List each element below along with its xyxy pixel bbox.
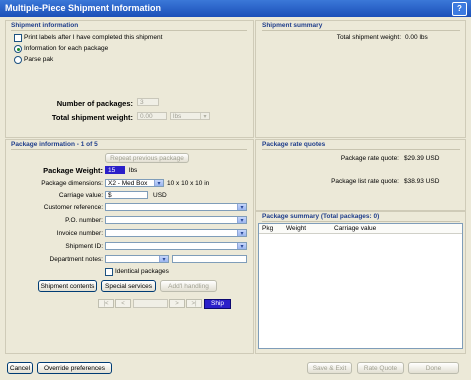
rate-quote-button[interactable]: Rate Quote [357, 362, 404, 374]
package-dimensions-label: Package dimensions: [41, 180, 103, 187]
package-summary-group: Package summary (Total packages: 0) Pkg … [255, 211, 466, 354]
chevron-down-icon: ▾ [237, 217, 246, 223]
info-each-package-radio[interactable] [14, 45, 22, 53]
package-rate-quote-value: $29.39 USD [404, 155, 440, 162]
po-number-label: P.O. number: [65, 217, 103, 224]
department-notes-label: Department notes: [49, 256, 103, 263]
parse-pak-label: Parse pak [24, 56, 54, 63]
shipment-id-select[interactable]: ▾ [105, 242, 247, 250]
column-header-weight[interactable]: Weight [286, 225, 306, 232]
special-services-button[interactable]: Special services [101, 280, 156, 292]
total-shipment-weight-summary-value: 0.00 lbs [405, 34, 428, 41]
identical-packages-checkbox[interactable] [105, 268, 113, 276]
package-rate-quote-label: Package rate quote: [340, 155, 399, 162]
number-of-packages-input[interactable]: 3 [137, 98, 159, 106]
package-summary-heading: Package summary (Total packages: 0) [262, 213, 380, 220]
shipment-summary-heading: Shipment summary [262, 22, 323, 29]
package-list-rate-quote-value: $38.93 USD [404, 178, 440, 185]
package-information-group: Package information - 1 of 5 Repeat prev… [5, 139, 254, 354]
invoice-number-select[interactable]: ▾ [105, 229, 247, 237]
invoice-number-label: Invoice number: [56, 230, 103, 237]
print-labels-checkbox[interactable] [14, 34, 22, 42]
last-package-button[interactable]: >| [186, 299, 202, 308]
po-number-select[interactable]: ▾ [105, 216, 247, 224]
carriage-value-label: Carriage value: [58, 192, 103, 199]
package-summary-list[interactable]: Pkg Weight Carriage value [258, 223, 463, 349]
shipment-contents-button[interactable]: Shipment contents [38, 280, 97, 292]
department-notes-input[interactable] [172, 255, 247, 263]
package-weight-label: Package Weight: [43, 166, 103, 175]
title-bar: Multiple-Piece Shipment Information ? [0, 0, 471, 17]
shipment-summary-group: Shipment summary Total shipment weight: … [255, 20, 466, 138]
package-number-input[interactable] [133, 299, 168, 308]
total-shipment-weight-label: Total shipment weight: [51, 113, 133, 122]
info-each-package-label: Information for each package [24, 45, 109, 52]
package-rate-quotes-group: Package rate quotes Package rate quote: … [255, 139, 466, 211]
window-title: Multiple-Piece Shipment Information [5, 3, 162, 13]
department-notes-select[interactable]: ▾ [105, 255, 169, 263]
total-weight-input[interactable]: 0.00 [137, 112, 167, 120]
cancel-button[interactable]: Cancel [7, 362, 33, 374]
print-labels-label: Print labels after I have completed this… [24, 34, 163, 41]
divider [262, 149, 460, 150]
chevron-down-icon: ▾ [200, 113, 209, 119]
package-weight-input[interactable]: 15 [105, 166, 125, 174]
package-summary-header-row: Pkg Weight Carriage value [259, 224, 462, 234]
number-of-packages-label: Number of packages: [56, 99, 133, 108]
shipment-information-group: Shipment information Print labels after … [5, 20, 254, 138]
repeat-previous-package-button[interactable]: Repeat previous package [105, 153, 189, 163]
chevron-down-icon: ▾ [237, 230, 246, 236]
identical-packages-label: Identical packages [115, 268, 169, 275]
ship-button[interactable]: Ship [204, 299, 231, 309]
customer-reference-label: Customer reference: [43, 204, 103, 211]
customer-reference-select[interactable]: ▾ [105, 203, 247, 211]
divider [11, 30, 247, 31]
package-information-heading: Package information - 1 of 5 [11, 141, 98, 148]
shipment-id-label: Shipment ID: [65, 243, 103, 250]
divider [262, 30, 460, 31]
previous-package-button[interactable]: < [115, 299, 131, 308]
package-dimensions-text: 10 x 10 x 10 in [167, 180, 210, 187]
done-button[interactable]: Done [408, 362, 459, 374]
divider [11, 149, 247, 150]
column-header-carriage-value[interactable]: Carriage value [334, 225, 376, 232]
chevron-down-icon: ▾ [237, 243, 246, 249]
parse-pak-radio[interactable] [14, 56, 22, 64]
chevron-down-icon: ▾ [154, 180, 163, 186]
weight-unit-text: lbs [173, 113, 182, 120]
carriage-value-unit: USD [153, 192, 167, 199]
shipment-information-heading: Shipment information [11, 22, 79, 29]
next-package-button[interactable]: > [169, 299, 185, 308]
divider [262, 221, 460, 222]
package-dimensions-select[interactable]: X2 - Med Box ▾ [105, 179, 164, 187]
total-shipment-weight-summary-label: Total shipment weight: [336, 34, 401, 41]
addl-handling-button[interactable]: Add'l handling [160, 280, 217, 292]
total-weight-unit-select[interactable]: lbs ▾ [170, 112, 210, 120]
help-icon[interactable]: ? [452, 2, 467, 16]
chevron-down-icon: ▾ [159, 256, 168, 262]
dialog-body: Shipment information Print labels after … [3, 18, 468, 378]
save-exit-button[interactable]: Save & Exit [307, 362, 352, 374]
package-dimensions-value: X2 - Med Box [108, 180, 148, 187]
first-package-button[interactable]: |< [98, 299, 114, 308]
package-rate-quotes-heading: Package rate quotes [262, 141, 326, 148]
chevron-down-icon: ▾ [237, 204, 246, 210]
package-list-rate-quote-label: Package list rate quote: [331, 178, 399, 185]
override-preferences-button[interactable]: Override preferences [37, 362, 112, 374]
column-header-pkg[interactable]: Pkg [262, 225, 273, 232]
package-weight-unit: lbs [129, 167, 138, 174]
carriage-value-input[interactable]: $ [105, 191, 148, 199]
